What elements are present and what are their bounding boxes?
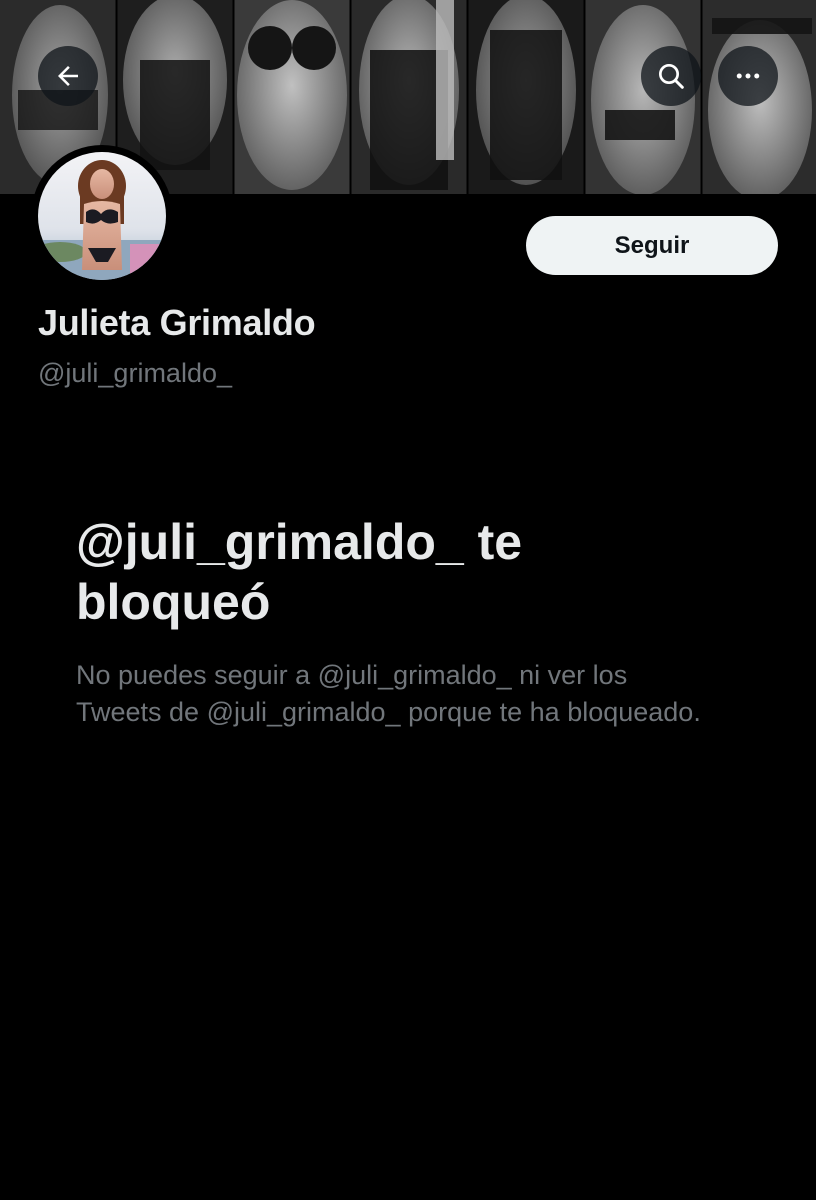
search-icon (659, 64, 684, 89)
back-button[interactable] (38, 46, 98, 106)
blocked-title: @juli_grimaldo_ te bloqueó (76, 514, 523, 630)
display-name: Julieta Grimaldo (38, 302, 316, 343)
arrow-left-icon (58, 66, 78, 86)
avatar-image (38, 152, 166, 280)
follow-button[interactable]: Seguir (526, 216, 778, 275)
search-button[interactable] (641, 46, 701, 106)
avatar[interactable] (38, 152, 166, 280)
user-handle: @juli_grimaldo_ (38, 358, 232, 388)
blocked-description: No puedes seguir a @juli_grimaldo_ ni ve… (76, 660, 701, 727)
more-horizontal-icon (736, 73, 760, 79)
more-options-button[interactable] (718, 46, 778, 106)
